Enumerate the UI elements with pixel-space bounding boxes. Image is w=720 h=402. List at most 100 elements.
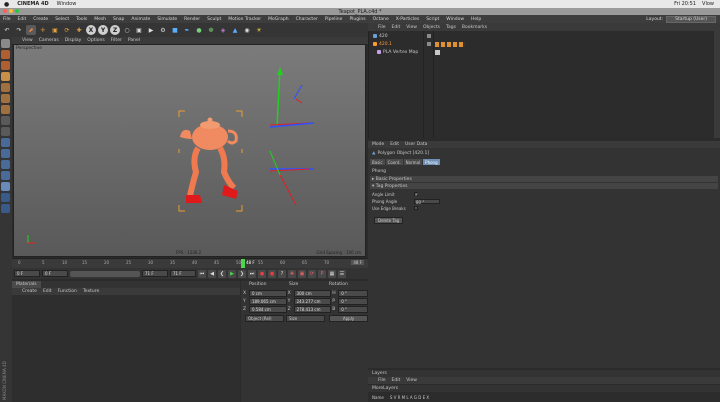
rotate-tool-icon[interactable]: ⟳ bbox=[62, 25, 72, 35]
planar-workplane-icon[interactable] bbox=[1, 171, 10, 180]
object-row[interactable]: PLA Vertex Map bbox=[377, 49, 418, 55]
object-row-selected[interactable]: 420.1 bbox=[373, 41, 392, 47]
visibility-dot-icon[interactable] bbox=[427, 42, 431, 46]
viewport-menu-display[interactable]: Display bbox=[65, 38, 82, 43]
viewport-menu-cameras[interactable]: Cameras bbox=[39, 38, 59, 43]
rotation-key-icon[interactable]: ⟳ bbox=[308, 269, 316, 278]
user-name[interactable]: Vlow bbox=[702, 1, 714, 7]
undo-icon[interactable]: ↶ bbox=[2, 25, 12, 35]
menu-mograph[interactable]: MoGraph bbox=[268, 17, 288, 22]
viewport-menu-options[interactable]: Options bbox=[87, 38, 104, 43]
materials-menu-edit[interactable]: Edit bbox=[43, 289, 52, 294]
menu-tools[interactable]: Tools bbox=[76, 17, 87, 22]
min-frame-field[interactable]: 0 F bbox=[42, 270, 68, 277]
more-layers-button[interactable]: MoreLayers bbox=[372, 386, 398, 391]
menu-script[interactable]: Script bbox=[426, 17, 439, 22]
attributes-menu-user-data[interactable]: User Data bbox=[405, 142, 427, 147]
tab-normal[interactable]: Normal bbox=[403, 159, 423, 165]
playhead[interactable] bbox=[241, 259, 245, 268]
menu-x-particles[interactable]: X-Particles bbox=[396, 17, 419, 22]
tab-coord[interactable]: Coord. bbox=[385, 159, 403, 165]
prev-frame-icon[interactable]: ❮ bbox=[218, 269, 226, 278]
zoom-window-button[interactable] bbox=[15, 9, 19, 13]
minimize-window-button[interactable] bbox=[9, 9, 13, 13]
array-icon[interactable]: ❁ bbox=[206, 25, 216, 35]
objects-menu-tags[interactable]: Tags bbox=[446, 25, 456, 30]
enable-axis-icon[interactable] bbox=[1, 116, 10, 125]
app-name-menu[interactable]: CINEMA 4D bbox=[17, 1, 48, 7]
menu-select[interactable]: Select bbox=[55, 17, 69, 22]
objects-menu-file[interactable]: File bbox=[378, 25, 386, 30]
apple-icon[interactable]: ● bbox=[4, 1, 9, 8]
tweak-icon[interactable] bbox=[1, 127, 10, 136]
spline-pen-icon[interactable]: ✒ bbox=[182, 25, 192, 35]
layout-dropdown[interactable]: Startup (User) bbox=[666, 15, 716, 23]
xray-icon[interactable] bbox=[1, 204, 10, 213]
size-mode-dropdown[interactable]: Size bbox=[286, 315, 326, 322]
play-icon[interactable]: ▶ bbox=[228, 269, 236, 278]
attributes-menu-mode[interactable]: Mode bbox=[372, 142, 384, 147]
object-row[interactable]: 420 bbox=[373, 33, 388, 39]
menu-window[interactable]: Window bbox=[446, 17, 464, 22]
menu-pipeline[interactable]: Pipeline bbox=[325, 17, 343, 22]
menu-mesh[interactable]: Mesh bbox=[94, 17, 106, 22]
menu-render[interactable]: Render bbox=[184, 17, 200, 22]
materials-menu-texture[interactable]: Texture bbox=[83, 289, 99, 294]
materials-area[interactable] bbox=[12, 295, 240, 402]
menu-snap[interactable]: Snap bbox=[113, 17, 124, 22]
viewport-menu-view[interactable]: View bbox=[22, 38, 33, 43]
perspective-viewport[interactable]: Perspective FPS: 1236.2 Grid Spacing: … bbox=[13, 44, 366, 257]
tab-phong[interactable]: Phong bbox=[423, 159, 440, 165]
start-frame-field[interactable]: 0 F bbox=[14, 270, 40, 277]
redo-icon[interactable]: ↷ bbox=[14, 25, 24, 35]
menu-sculpt[interactable]: Sculpt bbox=[207, 17, 221, 22]
menu-help[interactable]: Help bbox=[471, 17, 481, 22]
size-z-field[interactable]: 278.413 cm bbox=[293, 305, 332, 313]
points-mode-icon[interactable] bbox=[1, 83, 10, 92]
use-edge-breaks-checkbox[interactable] bbox=[414, 206, 418, 210]
snap-icon[interactable] bbox=[1, 138, 10, 147]
viewport-menu-filter[interactable]: Filter bbox=[111, 38, 122, 43]
camera-icon[interactable]: ◉ bbox=[242, 25, 252, 35]
nurbs-icon[interactable]: ● bbox=[194, 25, 204, 35]
go-to-start-icon[interactable]: ⏮ bbox=[198, 269, 206, 278]
materials-tab[interactable]: Materials bbox=[12, 281, 41, 288]
cube-primitive-icon[interactable]: ■ bbox=[170, 25, 180, 35]
live-select-icon[interactable]: ⬈ bbox=[26, 25, 36, 35]
scale-tool-icon[interactable]: ▣ bbox=[50, 25, 60, 35]
tags-icons[interactable] bbox=[435, 42, 465, 47]
position-key-icon[interactable]: ✚ bbox=[288, 269, 296, 278]
rotation-b-field[interactable]: 0 ° bbox=[338, 305, 368, 313]
param-key-icon[interactable]: P bbox=[318, 269, 326, 278]
delete-tag-button[interactable]: Delete Tag bbox=[374, 217, 404, 224]
solo-icon[interactable] bbox=[1, 182, 10, 191]
record-icon[interactable]: ● bbox=[258, 269, 266, 278]
rotation-p-field[interactable]: 0 ° bbox=[338, 297, 368, 305]
materials-menu-create[interactable]: Create bbox=[22, 289, 37, 294]
next-frame-icon[interactable]: ❯ bbox=[238, 269, 246, 278]
deformer-icon[interactable]: ◈ bbox=[218, 25, 228, 35]
z-axis-lock-button[interactable]: Z bbox=[110, 25, 120, 35]
menu-plugins[interactable]: Plugins bbox=[349, 17, 365, 22]
angle-limit-checkbox[interactable]: ✓ bbox=[414, 192, 418, 197]
model-mode-icon[interactable] bbox=[1, 50, 10, 59]
auto-key-icon[interactable]: ● bbox=[268, 269, 276, 278]
position-x-field[interactable]: 0 cm bbox=[248, 289, 287, 297]
apply-button[interactable]: Apply bbox=[329, 315, 368, 322]
group-basic-properties[interactable]: ▸ Basic Properties bbox=[370, 176, 718, 182]
preview-range-slider[interactable] bbox=[70, 270, 140, 277]
layers-menu-view[interactable]: View bbox=[406, 378, 417, 383]
objects-menu-view[interactable]: View bbox=[406, 25, 417, 30]
menu-create[interactable]: Create bbox=[33, 17, 48, 22]
close-window-button[interactable] bbox=[3, 9, 7, 13]
y-axis-lock-button[interactable]: Y bbox=[98, 25, 108, 35]
objects-menu-objects[interactable]: Objects bbox=[423, 25, 440, 30]
position-y-field[interactable]: 189.065 cm bbox=[248, 297, 287, 305]
quantize-icon[interactable] bbox=[1, 149, 10, 158]
texture-mode-icon[interactable] bbox=[1, 61, 10, 70]
timeline-menu-icon[interactable]: ☰ bbox=[338, 269, 346, 278]
x-axis-lock-button[interactable]: X bbox=[86, 25, 96, 35]
objects-menu-edit[interactable]: Edit bbox=[392, 25, 401, 30]
menu-animate[interactable]: Animate bbox=[131, 17, 150, 22]
size-y-field[interactable]: 243.277 cm bbox=[293, 297, 332, 305]
